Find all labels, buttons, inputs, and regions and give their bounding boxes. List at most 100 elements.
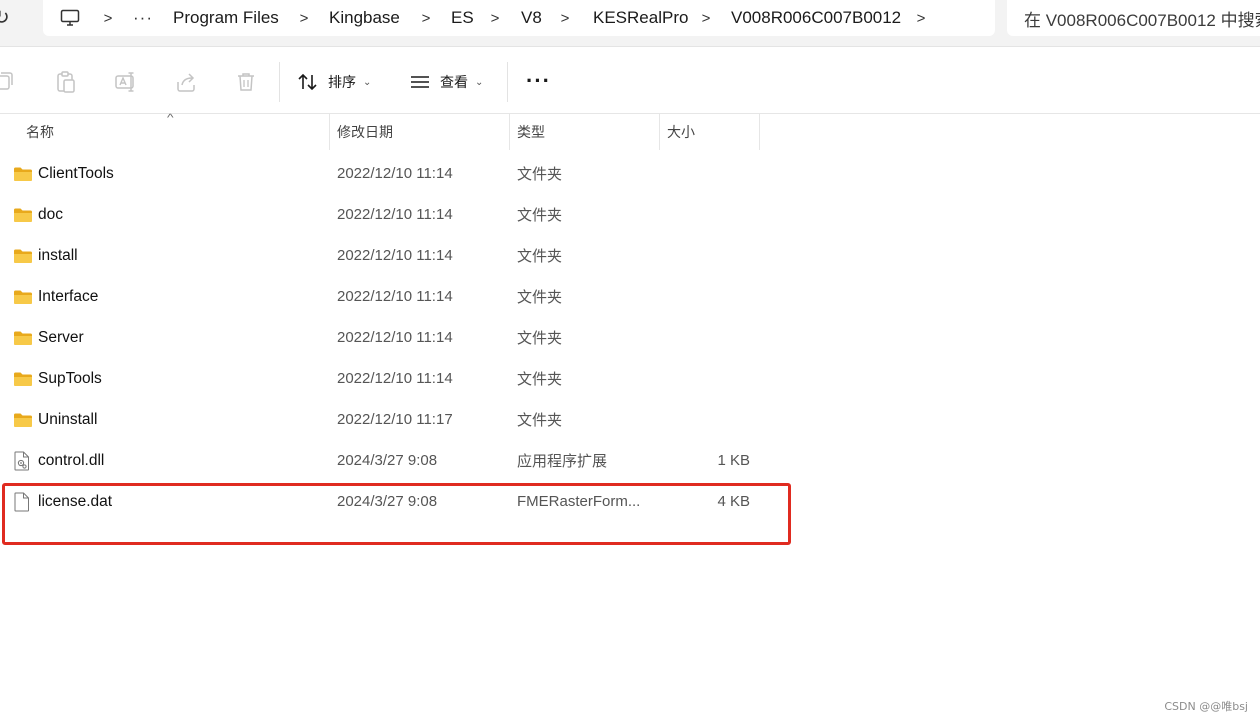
file-type: 文件夹 <box>517 166 563 183</box>
table-row[interactable]: install 2022/12/10 11:14 文件夹 <box>0 235 780 276</box>
dll-file-icon <box>13 451 33 471</box>
view-label: 查看 <box>440 74 468 90</box>
file-name: Uninstall <box>38 410 98 428</box>
table-row[interactable]: ClientTools 2022/12/10 11:14 文件夹 <box>0 153 780 194</box>
address-bar[interactable]: > ··· Program Files > Kingbase > ES > V8… <box>43 0 995 36</box>
column-header-size[interactable]: 大小 <box>659 114 760 150</box>
column-header-date-label: 修改日期 <box>337 124 393 140</box>
file-date: 2022/12/10 11:14 <box>337 247 453 264</box>
breadcrumb-separator: > <box>299 9 309 27</box>
file-size: 1 KB <box>717 452 750 469</box>
breadcrumb-separator: > <box>421 9 431 27</box>
breadcrumb-overflow-button[interactable]: ··· <box>133 0 153 36</box>
table-row[interactable]: SupTools 2022/12/10 11:14 文件夹 <box>0 358 780 399</box>
file-date: 2022/12/10 11:17 <box>337 411 453 428</box>
sort-icon <box>297 72 319 92</box>
breadcrumb-separator: > <box>560 9 570 27</box>
watermark: CSDN @@唯bsj <box>1164 700 1248 713</box>
breadcrumb-item[interactable]: KESRealPro <box>593 0 688 36</box>
file-date: 2024/3/27 9:08 <box>337 452 438 469</box>
file-name-cell: Interface <box>13 276 98 317</box>
more-options-button[interactable]: ··· <box>526 68 551 94</box>
command-bar: 排序 ⌄ 查看 ⌄ ··· <box>0 48 1260 114</box>
share-icon[interactable] <box>174 70 198 94</box>
file-name-cell: ClientTools <box>13 153 114 194</box>
toolbar-divider <box>279 62 280 102</box>
file-date: 2022/12/10 11:14 <box>337 370 453 387</box>
file-type: 应用程序扩展 <box>517 453 608 470</box>
folder-icon <box>13 205 33 225</box>
folder-icon <box>13 410 33 430</box>
folder-icon <box>13 246 33 266</box>
column-header-size-label: 大小 <box>667 124 695 140</box>
folder-icon <box>13 287 33 307</box>
breadcrumb-separator: > <box>701 9 711 27</box>
this-pc-icon[interactable] <box>60 0 80 36</box>
address-bar-row: ↻ > ··· Program Files > Kingbase > ES > … <box>0 0 1260 47</box>
file-size <box>660 194 750 235</box>
rename-icon[interactable] <box>114 70 138 94</box>
file-name: install <box>38 246 78 264</box>
file-name-cell: doc <box>13 194 63 235</box>
file-name-cell: control.dll <box>13 440 104 481</box>
folder-icon <box>13 164 33 184</box>
breadcrumb-item[interactable]: ES <box>451 0 474 36</box>
paste-icon[interactable] <box>54 70 78 94</box>
file-size <box>660 276 750 317</box>
folder-icon <box>13 369 33 389</box>
file-name: Server <box>38 328 84 346</box>
table-row[interactable]: doc 2022/12/10 11:14 文件夹 <box>0 194 780 235</box>
breadcrumb-separator: > <box>916 9 926 27</box>
folder-icon <box>13 328 33 348</box>
file-name-cell: Uninstall <box>13 399 97 440</box>
breadcrumb-item[interactable]: Kingbase <box>329 0 400 36</box>
file-name: Interface <box>38 287 99 305</box>
file-type: 文件夹 <box>517 412 563 429</box>
file-type: 文件夹 <box>517 330 563 347</box>
file-date: 2022/12/10 11:14 <box>337 329 453 346</box>
file-size <box>660 399 750 440</box>
file-size <box>660 317 750 358</box>
refresh-icon[interactable]: ↻ <box>0 3 17 33</box>
highlight-annotation-box <box>2 483 791 545</box>
table-row[interactable]: Server 2022/12/10 11:14 文件夹 <box>0 317 780 358</box>
chevron-down-icon: ⌄ <box>475 76 484 88</box>
column-header-type-label: 类型 <box>517 124 545 140</box>
file-name: control.dll <box>38 451 105 469</box>
delete-icon[interactable] <box>234 70 258 94</box>
file-name: doc <box>38 205 63 223</box>
sort-button[interactable]: 排序 ⌄ <box>297 66 371 98</box>
file-date: 2022/12/10 11:14 <box>337 288 453 305</box>
sort-label: 排序 <box>328 74 356 90</box>
file-name: SupTools <box>38 369 102 387</box>
file-list: ClientTools 2022/12/10 11:14 文件夹 doc 202… <box>0 153 800 522</box>
breadcrumb-item[interactable]: Program Files <box>173 0 279 36</box>
file-type: 文件夹 <box>517 248 563 265</box>
file-type: 文件夹 <box>517 207 563 224</box>
file-size <box>660 153 750 194</box>
search-input[interactable]: 在 V008R006C007B0012 中搜索 <box>1007 0 1260 36</box>
file-size <box>660 358 750 399</box>
view-icon <box>409 74 431 90</box>
column-header-type[interactable]: 类型 <box>509 114 660 150</box>
table-row[interactable]: control.dll 2024/3/27 9:08 应用程序扩展 1 KB <box>0 440 780 481</box>
table-row[interactable]: Uninstall 2022/12/10 11:17 文件夹 <box>0 399 780 440</box>
file-type: 文件夹 <box>517 371 563 388</box>
copy-icon[interactable] <box>0 70 16 94</box>
column-header-date[interactable]: 修改日期 <box>329 114 510 150</box>
file-name: ClientTools <box>38 164 114 182</box>
breadcrumb-item[interactable]: V8 <box>521 0 542 36</box>
file-type: 文件夹 <box>517 289 563 306</box>
breadcrumb-item-current[interactable]: V008R006C007B0012 <box>731 0 901 36</box>
chevron-down-icon: ⌄ <box>363 76 372 88</box>
view-button[interactable]: 查看 ⌄ <box>409 66 483 98</box>
file-date: 2022/12/10 11:14 <box>337 206 453 223</box>
breadcrumb-separator: > <box>103 9 113 27</box>
toolbar-divider <box>507 62 508 102</box>
file-explorer-window: ↻ > ··· Program Files > Kingbase > ES > … <box>0 0 1260 722</box>
table-row[interactable]: Interface 2022/12/10 11:14 文件夹 <box>0 276 780 317</box>
column-header-name-label: 名称 <box>26 124 54 140</box>
file-name-cell: SupTools <box>13 358 102 399</box>
file-size <box>660 235 750 276</box>
sort-ascending-icon: ^ <box>167 113 174 124</box>
